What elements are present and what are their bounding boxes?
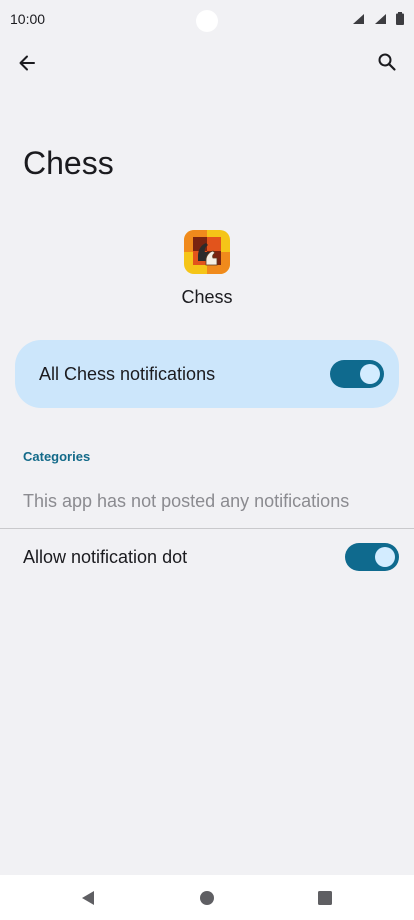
categories-empty-message: This app has not posted any notification… bbox=[23, 491, 350, 511]
signal-icon bbox=[375, 13, 386, 24]
navigation-bar bbox=[0, 875, 414, 920]
status-time: 10:00 bbox=[10, 11, 46, 27]
status-bar: 10:00 bbox=[0, 0, 414, 38]
back-button[interactable] bbox=[12, 48, 42, 78]
chess-app-icon bbox=[184, 230, 230, 274]
back-triangle-icon bbox=[82, 891, 94, 905]
all-notifications-label: All Chess notifications bbox=[39, 364, 216, 384]
home-circle-icon bbox=[200, 891, 214, 905]
arrow-back-icon bbox=[19, 55, 35, 71]
nav-home-button[interactable] bbox=[196, 887, 218, 909]
wifi-icon bbox=[353, 13, 364, 24]
nav-recents-button[interactable] bbox=[314, 887, 336, 909]
notification-dot-switch[interactable] bbox=[345, 543, 399, 571]
search-button[interactable] bbox=[372, 47, 402, 77]
recents-square-icon bbox=[318, 891, 332, 905]
notification-settings-screen: 10:00 Chess Chess All Chess notification… bbox=[0, 0, 414, 920]
battery-icon bbox=[396, 12, 404, 25]
status-icons bbox=[352, 12, 404, 25]
page-title: Chess bbox=[23, 145, 114, 181]
nav-back-button[interactable] bbox=[77, 887, 99, 909]
camera-cutout bbox=[196, 10, 218, 32]
top-app-bar bbox=[0, 42, 414, 82]
all-notifications-switch[interactable] bbox=[330, 360, 384, 388]
switch-thumb bbox=[360, 364, 380, 384]
notification-dot-label: Allow notification dot bbox=[23, 547, 188, 567]
notification-dot-row[interactable]: Allow notification dot bbox=[0, 530, 414, 586]
switch-thumb bbox=[375, 547, 395, 567]
app-name: Chess bbox=[181, 287, 233, 307]
search-icon bbox=[378, 53, 396, 71]
all-notifications-toggle-row[interactable]: All Chess notifications bbox=[15, 340, 399, 408]
divider bbox=[0, 528, 414, 529]
categories-header: Categories bbox=[23, 449, 91, 464]
